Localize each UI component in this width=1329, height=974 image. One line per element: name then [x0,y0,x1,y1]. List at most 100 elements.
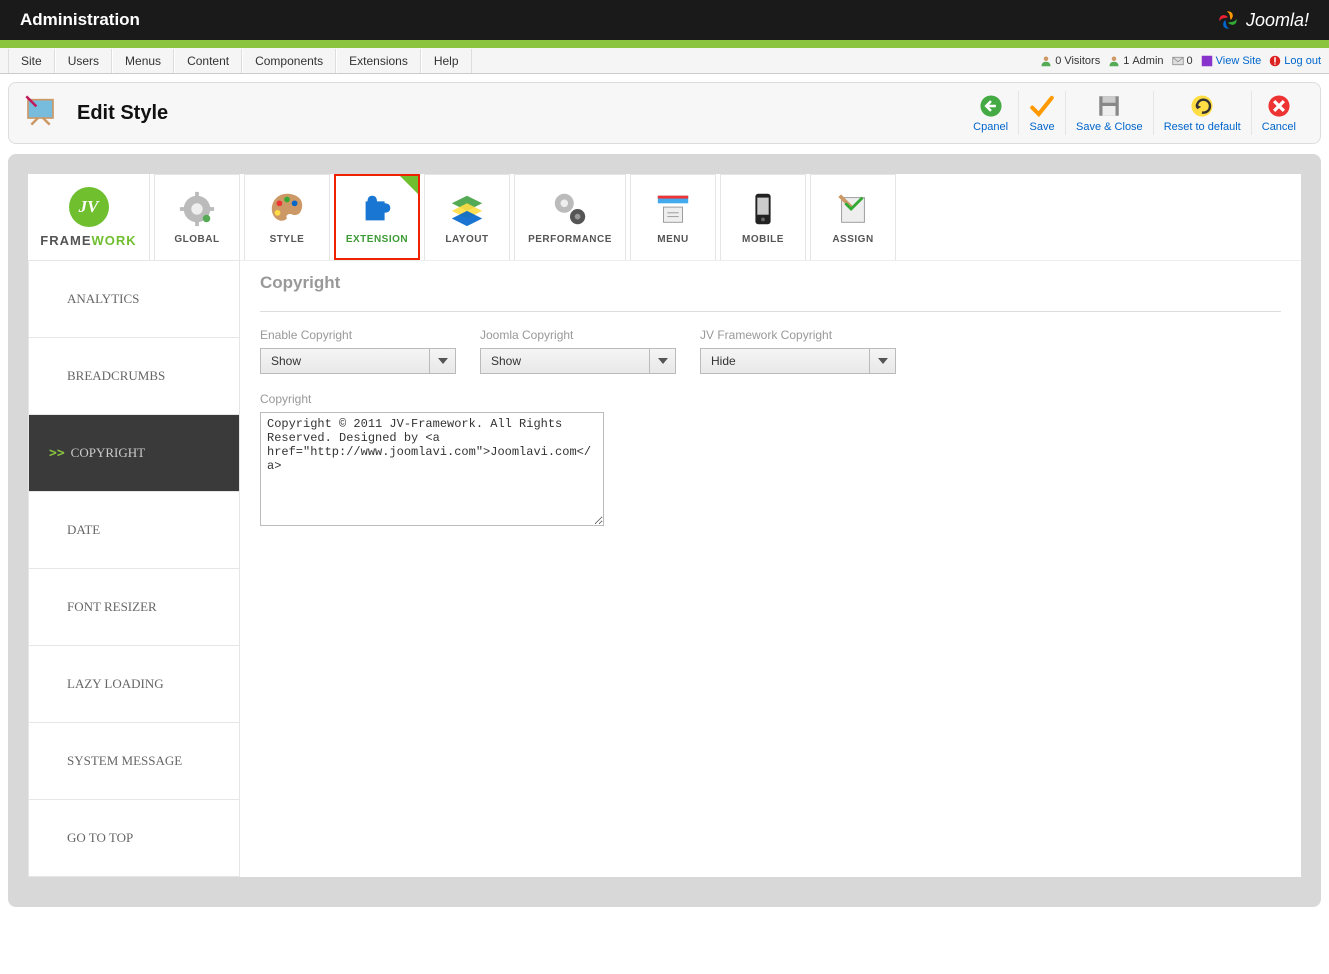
layers-icon [448,190,486,228]
page-title: Edit Style [77,102,168,125]
gears-icon [551,190,589,228]
admin-title: Administration [20,10,140,30]
enable-copyright-select[interactable]: Show [260,348,456,374]
logout-link[interactable]: Log out [1269,55,1321,67]
menu-content[interactable]: Content [174,49,242,73]
tab-performance[interactable]: PERFORMANCE [514,174,626,260]
chevron-down-icon [429,349,455,373]
main-area: Copyright Enable Copyright Show Joomla C… [240,261,1301,877]
menu-components[interactable]: Components [242,49,336,73]
sidebar-item-label: ANALYTICS [67,291,139,307]
select-value: Show [261,354,429,368]
puzzle-icon [358,190,396,228]
sidebar-item-label: SYSTEM MESSAGE [67,753,182,769]
tab-performance-label: PERFORMANCE [528,234,612,245]
tab-assign-label: ASSIGN [832,234,873,245]
admin-status: 1 Admin [1108,55,1163,67]
save-label: Save [1029,121,1054,133]
main-container: JV FRAMEWORK GLOBAL STYLE EXTENSION LAYO… [8,154,1321,907]
sidebar-item-label: GO TO TOP [67,830,133,846]
view-site-text: View Site [1216,55,1262,67]
content: Edit Style Cpanel Save Save & Close Rese… [0,74,1329,915]
reset-button[interactable]: Reset to default [1153,91,1251,135]
easel-icon [23,93,63,133]
separator [260,311,1281,312]
messages-status[interactable]: 0 [1172,55,1193,67]
sidebar-date[interactable]: DATE [28,491,240,569]
tab-layout-label: LAYOUT [445,234,488,245]
user-icon [1108,55,1120,67]
menu-menus[interactable]: Menus [112,49,174,73]
logout-icon [1269,55,1281,67]
palette-icon [268,190,306,228]
save-button[interactable]: Save [1018,91,1065,135]
copyright-textarea[interactable] [260,412,604,526]
select-value: Hide [701,354,869,368]
admin-header: Administration Joomla! [0,0,1329,40]
sidebar-lazy-loading[interactable]: LAZY LOADING [28,645,240,723]
copyright-text-label: Copyright [260,392,604,406]
sidebar-item-label: COPYRIGHT [71,445,145,461]
sidebar-font-resizer[interactable]: FONT RESIZER [28,568,240,646]
joomla-icon [1214,6,1242,34]
sidebar-breadcrumbs[interactable]: BREADCRUMBS [28,337,240,415]
logout-text: Log out [1284,55,1321,67]
cpanel-button[interactable]: Cpanel [963,91,1018,135]
sidebar-item-label: DATE [67,522,100,538]
tab-style[interactable]: STYLE [244,174,330,260]
sidebar-analytics[interactable]: ANALYTICS [28,260,240,338]
joomla-copyright-select[interactable]: Show [480,348,676,374]
tab-assign[interactable]: ASSIGN [810,174,896,260]
jv-copyright-select[interactable]: Hide [700,348,896,374]
tab-menu[interactable]: MENU [630,174,716,260]
sidebar-system-message[interactable]: SYSTEM MESSAGE [28,722,240,800]
user-icon [1040,55,1052,67]
menu-users[interactable]: Users [55,49,112,73]
jv-copyright-group: JV Framework Copyright Hide [700,328,896,374]
menu-extensions[interactable]: Extensions [336,49,421,73]
joomla-copyright-group: Joomla Copyright Show [480,328,676,374]
visitors-count: 0 [1055,55,1061,67]
visitors-label: Visitors [1064,55,1100,67]
status-bar: 0 Visitors 1 Admin 0 View Site Log out [1040,55,1321,67]
sidebar: ANALYTICS BREADCRUMBS COPYRIGHT DATE FON… [28,261,240,877]
sidebar-go-to-top[interactable]: GO TO TOP [28,799,240,877]
tab-layout[interactable]: LAYOUT [424,174,510,260]
mail-icon [1172,55,1184,67]
cancel-icon [1266,93,1292,119]
sidebar-item-label: BREADCRUMBS [67,368,165,384]
cancel-label: Cancel [1262,121,1296,133]
cancel-button[interactable]: Cancel [1251,91,1306,135]
form-row-selects: Enable Copyright Show Joomla Copyright S… [260,328,1281,374]
framework-label: FRAMEWORK [40,233,136,248]
accent-bar [0,40,1329,48]
white-panel: JV FRAMEWORK GLOBAL STYLE EXTENSION LAYO… [28,174,1301,877]
jv-icon: JV [69,187,109,227]
tab-framework[interactable]: JV FRAMEWORK [28,174,150,260]
brand-text: Joomla! [1246,10,1309,31]
sidebar-item-label: LAZY LOADING [67,676,164,692]
tab-mobile[interactable]: MOBILE [720,174,806,260]
jv-copyright-label: JV Framework Copyright [700,328,896,342]
view-site-link[interactable]: View Site [1201,55,1262,67]
tab-extension-label: EXTENSION [346,234,408,245]
enable-copyright-group: Enable Copyright Show [260,328,456,374]
menu-site[interactable]: Site [8,49,55,73]
joomla-copyright-label: Joomla Copyright [480,328,676,342]
title-bar: Edit Style Cpanel Save Save & Close Rese… [8,82,1321,144]
cpanel-icon [978,93,1004,119]
sidebar-copyright[interactable]: COPYRIGHT [28,414,240,492]
toolbar: Cpanel Save Save & Close Reset to defaul… [963,91,1306,135]
check-icon [1029,93,1055,119]
mobile-icon [744,190,782,228]
menu-help[interactable]: Help [421,49,472,73]
enable-copyright-label: Enable Copyright [260,328,456,342]
save-close-button[interactable]: Save & Close [1065,91,1153,135]
reset-label: Reset to default [1164,121,1241,133]
body-area: ANALYTICS BREADCRUMBS COPYRIGHT DATE FON… [28,260,1301,877]
select-value: Show [481,354,649,368]
view-icon [1201,55,1213,67]
sidebar-item-label: FONT RESIZER [67,599,157,615]
tab-global[interactable]: GLOBAL [154,174,240,260]
tab-extension[interactable]: EXTENSION [334,174,420,260]
